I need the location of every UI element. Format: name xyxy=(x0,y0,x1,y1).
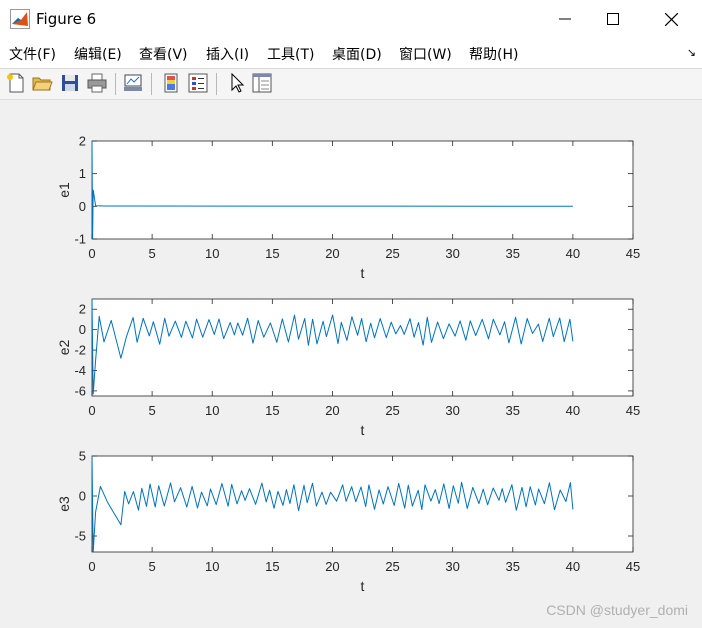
axes-box-2 xyxy=(91,298,634,397)
x-tick-label: 10 xyxy=(205,559,219,574)
title-bar: Figure 6 xyxy=(0,0,702,38)
minimize-button[interactable] xyxy=(542,0,588,38)
property-inspector-icon[interactable] xyxy=(251,72,273,94)
link-plot-icon[interactable] xyxy=(122,72,144,94)
x-tick-label: 35 xyxy=(506,559,520,574)
x-axis-label: t xyxy=(361,265,365,281)
save-icon[interactable] xyxy=(59,72,81,94)
x-tick-label: 45 xyxy=(626,559,640,574)
close-button[interactable] xyxy=(648,0,694,38)
maximize-icon xyxy=(607,13,619,25)
x-tick-label: 15 xyxy=(265,559,279,574)
menu-file[interactable]: 文件(F) xyxy=(9,44,56,64)
edit-plot-icon[interactable] xyxy=(226,72,248,94)
figure-plots: 0 5 10 15 20 25 30 35 40 45-1012te10 5 10 15 20 25 30 35… xyxy=(56,134,640,595)
close-icon xyxy=(664,12,678,26)
x-tick-label: 40 xyxy=(566,403,580,418)
x-tick-label: 20 xyxy=(325,246,339,261)
x-tick-label: 0 xyxy=(88,559,95,574)
insert-legend-icon[interactable] xyxy=(187,72,209,94)
toolbar-separator xyxy=(115,73,116,95)
menu-tools[interactable]: 工具(T) xyxy=(267,44,314,64)
matlab-logo-icon xyxy=(10,9,30,29)
y-tick-label: -4 xyxy=(74,363,86,378)
minimize-icon xyxy=(559,18,571,20)
x-tick-label: 25 xyxy=(385,246,399,261)
x-tick-label: 40 xyxy=(566,246,580,261)
y-tick-label: -2 xyxy=(74,343,86,358)
x-tick-label: 0 xyxy=(88,403,95,418)
y-tick-label: -5 xyxy=(74,529,86,544)
menu-insert[interactable]: 插入(I) xyxy=(206,44,249,64)
x-tick-label: 20 xyxy=(325,559,339,574)
x-tick-label: 30 xyxy=(445,559,459,574)
x-axis-label: t xyxy=(361,422,365,438)
maximize-button[interactable] xyxy=(590,0,636,38)
x-tick-label: 10 xyxy=(205,403,219,418)
x-tick-label: 20 xyxy=(325,403,339,418)
menu-desktop[interactable]: 桌面(D) xyxy=(332,44,382,64)
x-tick-label: 35 xyxy=(506,403,520,418)
open-file-icon[interactable] xyxy=(31,72,53,94)
y-tick-label: -1 xyxy=(74,232,86,247)
y-tick-label: 5 xyxy=(79,449,86,464)
toolbar xyxy=(0,69,702,100)
menu-bar: 文件(F) 编辑(E) 查看(V) 插入(I) 工具(T) 桌面(D) 窗口(W… xyxy=(0,38,702,69)
x-tick-label: 45 xyxy=(626,403,640,418)
axes-box-1 xyxy=(91,140,634,240)
y-tick-label: 0 xyxy=(79,489,86,504)
x-tick-label: 25 xyxy=(385,403,399,418)
print-icon[interactable] xyxy=(86,72,108,94)
x-tick-label: 10 xyxy=(205,246,219,261)
y-tick-label: 2 xyxy=(79,302,86,317)
y-tick-label: 2 xyxy=(79,134,86,149)
x-tick-label: 45 xyxy=(626,246,640,261)
menu-view[interactable]: 查看(V) xyxy=(139,44,188,64)
toolbar-separator xyxy=(151,73,152,95)
window-title: Figure 6 xyxy=(36,10,97,28)
menu-window[interactable]: 窗口(W) xyxy=(399,44,452,64)
x-tick-label: 0 xyxy=(88,246,95,261)
y-axis-label: e3 xyxy=(56,496,72,512)
y-tick-label: 0 xyxy=(79,322,86,337)
toolbar-separator xyxy=(216,73,217,95)
x-tick-label: 30 xyxy=(445,246,459,261)
x-tick-label: 15 xyxy=(265,246,279,261)
x-tick-label: 15 xyxy=(265,403,279,418)
dock-arrow-icon[interactable]: ↘ xyxy=(687,46,696,59)
x-tick-label: 40 xyxy=(566,559,580,574)
x-axis-label: t xyxy=(361,578,365,594)
x-tick-label: 5 xyxy=(148,403,155,418)
y-axis-label: e1 xyxy=(56,182,72,198)
x-tick-label: 30 xyxy=(445,403,459,418)
x-tick-label: 25 xyxy=(385,559,399,574)
x-tick-label: 5 xyxy=(148,246,155,261)
y-tick-label: 0 xyxy=(79,199,86,214)
y-tick-label: 1 xyxy=(79,166,86,181)
menu-help[interactable]: 帮助(H) xyxy=(469,44,518,64)
x-tick-label: 5 xyxy=(148,559,155,574)
y-tick-label: -6 xyxy=(74,383,86,398)
menu-edit[interactable]: 编辑(E) xyxy=(74,44,122,64)
insert-colorbar-icon[interactable] xyxy=(160,72,182,94)
csdn-watermark: CSDN @studyer_domi xyxy=(546,602,688,618)
figure-canvas[interactable]: 0 5 10 15 20 25 30 35 40 45 -1 0 1 2 t e1 0 5 10 15 20 25 30 35… xyxy=(0,100,702,628)
axes-box-3 xyxy=(91,455,634,553)
new-figure-icon[interactable] xyxy=(5,72,27,94)
x-tick-label: 35 xyxy=(506,246,520,261)
y-axis-label: e2 xyxy=(56,340,72,356)
